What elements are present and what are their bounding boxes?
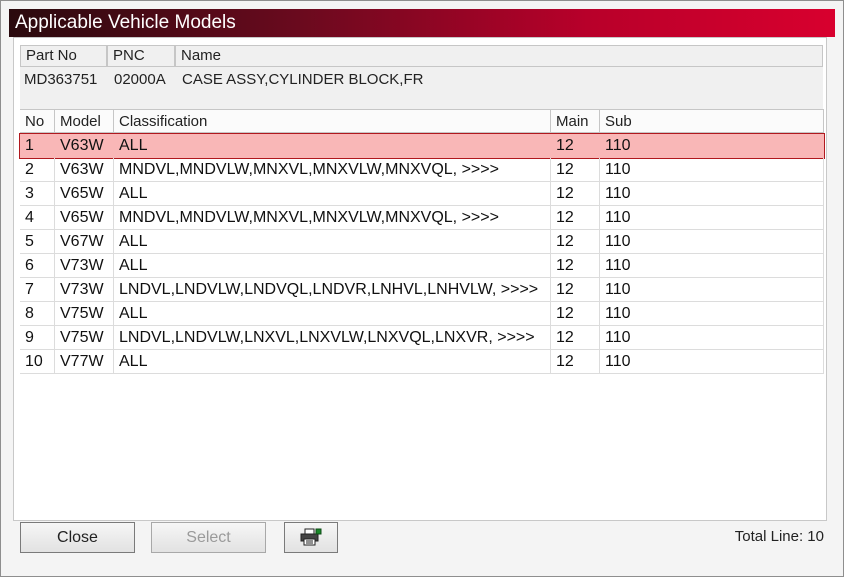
cell-classification: ALL — [114, 134, 551, 158]
cell-no: 4 — [20, 206, 55, 230]
cell-no: 6 — [20, 254, 55, 278]
cell-sub: 110 — [600, 278, 824, 302]
column-header-main[interactable]: Main — [551, 110, 600, 133]
cell-classification: MNDVL,MNDVLW,MNXVL,MNXVLW,MNXVQL, >>>> — [114, 158, 551, 182]
table-row[interactable]: 5 V67W ALL 12 110 — [20, 230, 824, 254]
total-line-count: Total Line: 10 — [734, 528, 824, 545]
name-header: Name — [175, 45, 823, 67]
cell-classification: ALL — [114, 230, 551, 254]
close-button[interactable]: Close — [20, 522, 135, 553]
cell-model: V65W — [55, 206, 114, 230]
cell-classification: MNDVL,MNDVLW,MNXVL,MNXVLW,MNXVQL, >>>> — [114, 206, 551, 230]
cell-main: 12 — [551, 326, 600, 350]
table-row[interactable]: 10 V77W ALL 12 110 — [20, 350, 824, 374]
cell-no: 5 — [20, 230, 55, 254]
table-row[interactable]: 3 V65W ALL 12 110 — [20, 182, 824, 206]
table-row[interactable]: 9 V75W LNDVL,LNDVLW,LNXVL,LNXVLW,LNXVQL,LN… — [20, 326, 824, 350]
cell-classification: ALL — [114, 350, 551, 374]
cell-sub: 110 — [600, 302, 824, 326]
cell-model: V73W — [55, 254, 114, 278]
print-button[interactable] — [284, 522, 338, 553]
table-row[interactable]: 4 V65W MNDVL,MNDVLW,MNXVL,MNXVLW,MNXVQL, >… — [20, 206, 824, 230]
window-title: Applicable Vehicle Models — [9, 9, 835, 37]
printer-icon — [300, 528, 322, 546]
cell-sub: 110 — [600, 230, 824, 254]
cell-model: V75W — [55, 326, 114, 350]
cell-sub: 110 — [600, 158, 824, 182]
cell-no: 7 — [20, 278, 55, 302]
pnc-value: 02000A — [114, 71, 166, 88]
column-header-no[interactable]: No — [20, 110, 55, 133]
cell-no: 8 — [20, 302, 55, 326]
cell-model: V75W — [55, 302, 114, 326]
cell-classification: LNDVL,LNDVLW,LNDVQL,LNDVR,LNHVL,LNHVLW, … — [114, 278, 551, 302]
cell-no: 1 — [20, 134, 55, 158]
applicable-vehicle-models-dialog: Applicable Vehicle Models Part No PNC Na… — [0, 0, 844, 577]
cell-no: 2 — [20, 158, 55, 182]
cell-main: 12 — [551, 134, 600, 158]
column-header-classification[interactable]: Classification — [114, 110, 551, 133]
cell-main: 12 — [551, 182, 600, 206]
cell-classification: ALL — [114, 302, 551, 326]
part-no-value: MD363751 — [24, 71, 98, 88]
cell-sub: 110 — [600, 182, 824, 206]
table-row[interactable]: 6 V73W ALL 12 110 — [20, 254, 824, 278]
cell-sub: 110 — [600, 350, 824, 374]
cell-main: 12 — [551, 278, 600, 302]
table-row[interactable]: 1 V63W ALL 12 110 — [19, 133, 825, 159]
pnc-header: PNC — [107, 45, 175, 67]
cell-model: V63W — [55, 158, 114, 182]
table-row[interactable]: 2 V63W MNDVL,MNDVLW,MNXVL,MNXVLW,MNXVQL, >… — [20, 158, 824, 182]
cell-no: 10 — [20, 350, 55, 374]
cell-model: V73W — [55, 278, 114, 302]
models-table: No Model Classification Main Sub 1 V63W AL… — [19, 109, 825, 519]
select-button[interactable]: Select — [151, 522, 266, 553]
cell-classification: LNDVL,LNDVLW,LNXVL,LNXVLW,LNXVQL,LNXVR, … — [114, 326, 551, 350]
cell-main: 12 — [551, 302, 600, 326]
cell-model: V77W — [55, 350, 114, 374]
cell-sub: 110 — [600, 206, 824, 230]
cell-model: V63W — [55, 134, 114, 158]
table-row[interactable]: 7 V73W LNDVL,LNDVLW,LNDVQL,LNDVR,LNHVL,LNH… — [20, 278, 824, 302]
cell-no: 3 — [20, 182, 55, 206]
cell-main: 12 — [551, 158, 600, 182]
cell-model: V65W — [55, 182, 114, 206]
cell-classification: ALL — [114, 254, 551, 278]
cell-main: 12 — [551, 230, 600, 254]
part-info: Part No PNC Name MD363751 02000A CASE AS… — [20, 45, 823, 109]
cell-classification: ALL — [114, 182, 551, 206]
column-header-sub[interactable]: Sub — [600, 110, 824, 133]
cell-main: 12 — [551, 350, 600, 374]
cell-sub: 110 — [600, 254, 824, 278]
table-row[interactable]: 8 V75W ALL 12 110 — [20, 302, 824, 326]
column-header-model[interactable]: Model — [55, 110, 114, 133]
cell-model: V67W — [55, 230, 114, 254]
cell-sub: 110 — [600, 134, 824, 158]
cell-main: 12 — [551, 254, 600, 278]
part-no-header: Part No — [20, 45, 107, 67]
cell-main: 12 — [551, 206, 600, 230]
cell-sub: 110 — [600, 326, 824, 350]
name-value: CASE ASSY,CYLINDER BLOCK,FR — [182, 71, 424, 88]
cell-no: 9 — [20, 326, 55, 350]
